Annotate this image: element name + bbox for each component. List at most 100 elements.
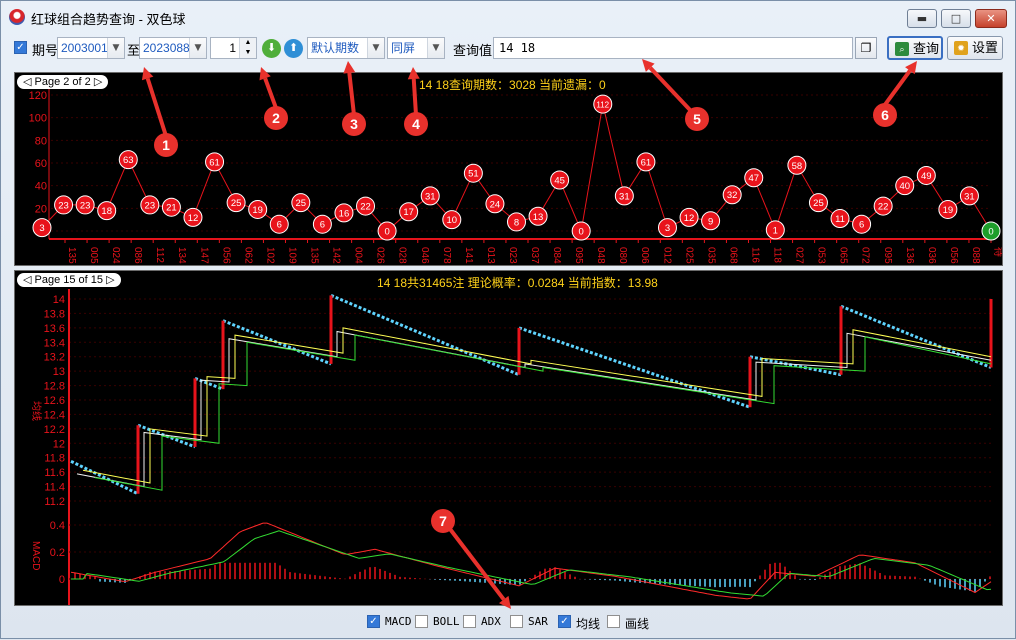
minimize-button[interactable]: ▬ [907, 9, 937, 28]
chevron-down-icon: ▼ [189, 38, 206, 58]
omission-ball-label: 32 [727, 190, 738, 201]
x-tick-label: 141 [463, 247, 474, 264]
omission-ball-label: 13 [533, 212, 544, 223]
omission-ball-label: 47 [748, 173, 759, 184]
x-tick-label: 013 [485, 247, 496, 264]
omission-chart-panel: 0204060801001201350050240861121341470560… [14, 72, 1003, 266]
y-tick-label: 14 [53, 294, 65, 306]
mode-select-value: 默认期数 [311, 41, 360, 55]
x-tick-label: 037 [529, 247, 540, 264]
omission-ball-label: 0 [988, 227, 993, 238]
index-series-segment [330, 294, 520, 377]
x-tick-label: 072 [860, 247, 871, 264]
settings-button[interactable]: ✹ 设置 [947, 36, 1003, 60]
omission-ball-label: 0 [579, 227, 584, 238]
callout-4: 4 [404, 112, 428, 136]
top-page-navigator[interactable]: ◁ Page 2 of 2 ▷ [17, 75, 109, 89]
bottom-page-navigator[interactable]: ◁ Page 15 of 15 ▷ [17, 273, 121, 287]
omission-ball-label: 31 [425, 191, 436, 202]
x-tick-label: 036 [926, 247, 937, 264]
option-ma-checkbox[interactable]: ✓ [558, 615, 571, 628]
x-tick-label: 112 [154, 247, 165, 263]
x-tick-label: 134 [176, 247, 187, 264]
macd-dea-line [71, 530, 992, 597]
omission-series-line [41, 103, 992, 233]
omission-ball-label: 6 [859, 220, 864, 231]
search-icon: ⌕ [895, 42, 909, 56]
omission-chart: 0204060801001201350050240861121341470560… [29, 89, 1002, 264]
query-button[interactable]: ⌕ 查询 [887, 36, 943, 60]
option-sar-label: SAR [528, 615, 548, 628]
omission-ball-label: 12 [188, 213, 199, 224]
x-tick-label: 023 [507, 247, 518, 264]
option-draw-checkbox[interactable] [607, 615, 620, 628]
option-macd-label: MACD [385, 615, 412, 628]
main-window: 红球组合趋势查询 - 双色球 ▬ □ ✕ ✓ 期号 2003001 ▼ 至 20… [0, 0, 1016, 639]
callout-7: 7 [431, 509, 455, 533]
y-tick-label: 40 [35, 181, 47, 193]
step-stepper[interactable]: 1 ▲ ▼ [210, 37, 257, 59]
period-checkbox[interactable]: ✓ [14, 41, 27, 54]
period-label: 期号 [32, 43, 59, 58]
omission-ball-label: 6 [320, 220, 325, 231]
x-tick-label: 118 [772, 247, 783, 263]
y-tick-label: 120 [29, 90, 47, 102]
callout-1: 1 [154, 133, 178, 157]
settings-button-label: 设置 [972, 40, 999, 55]
query-button-label: 查询 [913, 41, 940, 56]
omission-ball-label: 24 [490, 199, 501, 210]
omission-ball-label: 22 [360, 202, 371, 213]
option-draw-label: 画线 [625, 617, 650, 631]
option-sar-checkbox[interactable] [510, 615, 523, 628]
period-from-select[interactable]: 2003001 ▼ [57, 37, 125, 59]
omission-ball-label: 23 [145, 200, 156, 211]
x-tick-label: 待 [992, 247, 1002, 257]
omission-ball-label: 21 [166, 203, 177, 214]
option-macd-checkbox[interactable]: ✓ [367, 615, 380, 628]
up-arrow-button[interactable]: ⬆ [284, 39, 303, 58]
macd-tick-label: 0 [59, 574, 65, 586]
x-tick-label: 135 [309, 247, 320, 264]
x-tick-label: 026 [375, 247, 386, 264]
mode-select[interactable]: 默认期数 ▼ [307, 37, 385, 59]
bottom-chart-caption: 14 18共31465注 理论概率：0.0284 当前指数：13.98 [377, 276, 658, 290]
screen-select[interactable]: 同屏 ▼ [387, 37, 445, 59]
omission-ball-label: 31 [964, 191, 975, 202]
query-input[interactable]: 14 18 [493, 37, 853, 59]
x-tick-label: 135 [66, 247, 77, 264]
y-tick-label: 13.4 [44, 337, 65, 349]
x-tick-label: 024 [110, 247, 121, 264]
omission-ball-label: 22 [878, 202, 889, 213]
spin-arrows-icon[interactable]: ▲ ▼ [239, 38, 256, 58]
up-arrow-icon: ⬆ [288, 41, 299, 54]
x-tick-label: 012 [661, 247, 672, 264]
close-button[interactable]: ✕ [975, 9, 1007, 28]
option-boll-checkbox[interactable] [415, 615, 428, 628]
x-tick-label: 056 [220, 247, 231, 264]
option-ma-label: 均线 [576, 617, 601, 631]
top-chart-caption: 14 18查询期数：3028 当前遗漏：0 [419, 78, 606, 92]
query-label: 查询值 [453, 43, 493, 58]
callout-6: 6 [873, 103, 897, 127]
chevron-down-icon: ▼ [427, 38, 444, 58]
x-tick-label: 025 [683, 247, 694, 264]
x-tick-label: 109 [286, 247, 297, 264]
omission-ball-label: 19 [943, 205, 954, 216]
copy-button[interactable]: ❐ [855, 37, 877, 59]
title-bar: 红球组合趋势查询 - 双色球 ▬ □ ✕ [1, 1, 1015, 31]
period-to-select[interactable]: 2023088 ▼ [139, 37, 207, 59]
option-adx-checkbox[interactable] [463, 615, 476, 628]
omission-ball-label: 49 [921, 171, 932, 182]
omission-ball-label: 16 [339, 208, 350, 219]
omission-ball-label: 17 [403, 207, 414, 218]
x-tick-label: 004 [353, 247, 364, 264]
x-tick-label: 006 [639, 247, 650, 264]
down-arrow-button[interactable]: ⬇ [262, 39, 281, 58]
y-tick-label: 80 [35, 135, 47, 147]
indicator-options: ✓ MACD BOLL ADX SAR ✓ 均线 画线 [1, 610, 1015, 634]
y-tick-label: 13 [53, 366, 65, 378]
maximize-button[interactable]: □ [941, 9, 971, 28]
x-tick-label: 027 [794, 247, 805, 264]
omission-ball-label: 61 [641, 157, 652, 168]
option-boll-label: BOLL [433, 615, 460, 628]
